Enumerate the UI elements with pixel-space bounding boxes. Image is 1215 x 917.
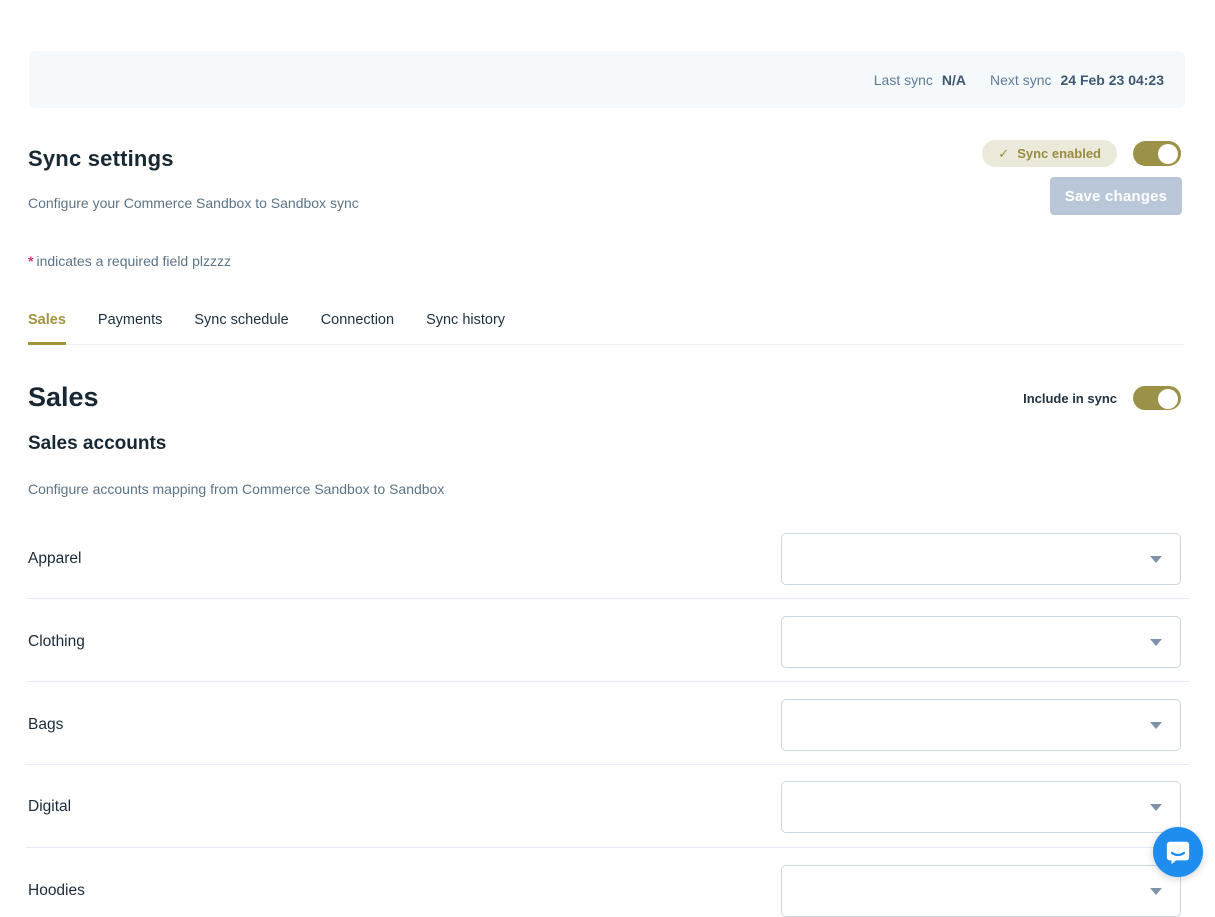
account-select-digital[interactable]: [781, 781, 1181, 833]
next-sync: Next sync 24 Feb 23 04:23: [990, 72, 1164, 88]
chat-launcher-button[interactable]: [1153, 827, 1203, 877]
next-sync-label: Next sync: [990, 72, 1051, 88]
chevron-down-icon: [1150, 722, 1162, 729]
sales-section-title: Sales: [28, 382, 99, 413]
mapping-row-hoodies: Hoodies: [28, 865, 1181, 917]
row-divider: [26, 764, 1189, 765]
required-asterisk: *: [28, 253, 33, 269]
page-title: Sync settings: [28, 146, 174, 172]
settings-tab-bar: Sales Payments Sync schedule Connection …: [28, 312, 1185, 345]
sync-enabled-controls: ✓ Sync enabled: [982, 140, 1181, 167]
sync-enabled-toggle[interactable]: [1133, 141, 1181, 166]
mapping-label: Digital: [28, 798, 71, 816]
required-field-note: *indicates a required field plzzzz: [28, 253, 231, 269]
include-in-sync-controls: Include in sync: [1023, 386, 1181, 410]
save-changes-button[interactable]: Save changes: [1050, 177, 1182, 215]
next-sync-value: 24 Feb 23 04:23: [1060, 72, 1164, 88]
row-divider: [26, 681, 1189, 682]
page-subtitle: Configure your Commerce Sandbox to Sandb…: [28, 195, 359, 211]
required-note-text: indicates a required field plzzzz: [36, 253, 231, 269]
chat-bubble-icon: [1165, 839, 1191, 865]
account-select-bags[interactable]: [781, 699, 1181, 751]
mapping-row-bags: Bags: [28, 699, 1181, 751]
chevron-down-icon: [1150, 556, 1162, 563]
tab-sync-schedule[interactable]: Sync schedule: [194, 312, 288, 345]
mapping-label: Apparel: [28, 550, 81, 568]
tab-sync-history[interactable]: Sync history: [426, 312, 505, 345]
tab-connection[interactable]: Connection: [321, 312, 394, 345]
mapping-label: Clothing: [28, 633, 85, 651]
sync-enabled-badge-label: Sync enabled: [1017, 146, 1101, 161]
toggle-knob: [1158, 144, 1178, 164]
sales-accounts-subtitle: Configure accounts mapping from Commerce…: [28, 481, 444, 497]
chevron-down-icon: [1150, 888, 1162, 895]
last-sync-label: Last sync: [874, 72, 933, 88]
chevron-down-icon: [1150, 639, 1162, 646]
account-select-hoodies[interactable]: [781, 865, 1181, 917]
include-in-sync-toggle[interactable]: [1133, 386, 1181, 410]
tab-payments[interactable]: Payments: [98, 312, 162, 345]
mapping-label: Hoodies: [28, 882, 85, 900]
check-icon: ✓: [998, 146, 1009, 162]
sync-status-bar: Last sync N/A Next sync 24 Feb 23 04:23: [29, 51, 1185, 108]
mapping-label: Bags: [28, 716, 63, 734]
last-sync: Last sync N/A: [874, 72, 966, 88]
sync-enabled-badge: ✓ Sync enabled: [982, 140, 1117, 167]
account-select-clothing[interactable]: [781, 616, 1181, 668]
row-divider: [26, 847, 1189, 848]
mapping-row-digital: Digital: [28, 781, 1181, 833]
mapping-row-clothing: Clothing: [28, 616, 1181, 668]
tab-sales[interactable]: Sales: [28, 312, 66, 345]
chevron-down-icon: [1150, 804, 1162, 811]
include-in-sync-label: Include in sync: [1023, 391, 1117, 406]
row-divider: [26, 598, 1189, 599]
sales-accounts-title: Sales accounts: [28, 433, 166, 455]
last-sync-value: N/A: [942, 72, 966, 88]
account-select-apparel[interactable]: [781, 533, 1181, 585]
toggle-knob: [1158, 389, 1178, 409]
mapping-row-apparel: Apparel: [28, 533, 1181, 585]
